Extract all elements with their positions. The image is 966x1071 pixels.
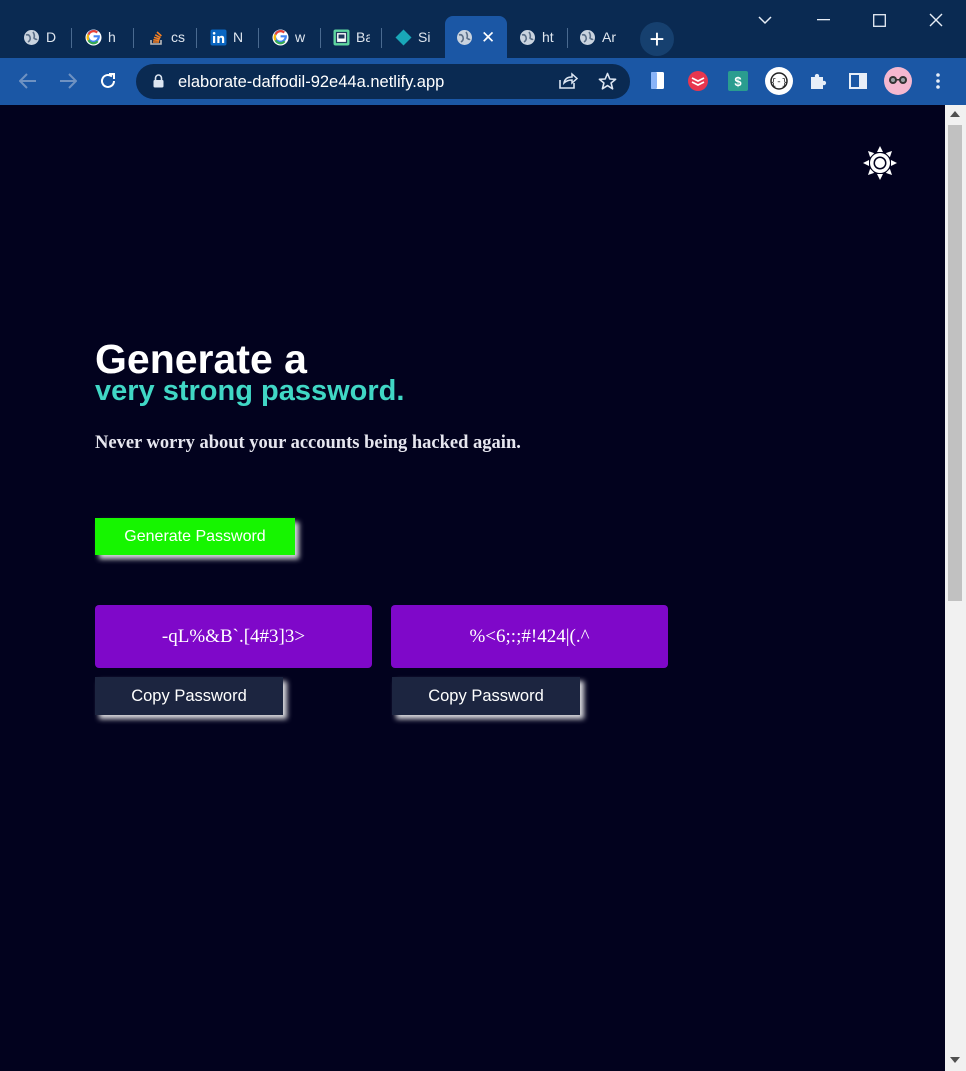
code-extension-icon[interactable]: {-} bbox=[764, 66, 794, 96]
linkedin-icon bbox=[210, 29, 227, 46]
docs-extension-icon[interactable] bbox=[645, 68, 671, 94]
sun-icon[interactable] bbox=[860, 143, 900, 183]
minimize-icon[interactable] bbox=[801, 6, 845, 34]
google-icon bbox=[85, 29, 102, 46]
generate-password-button[interactable]: Generate Password bbox=[95, 518, 295, 555]
browser-toolbar: elaborate-daffodil-92e44a.netlify.app $ … bbox=[0, 58, 966, 105]
password-output-2: %<6;:;#!424|(.^ bbox=[391, 605, 668, 668]
tab-title: h bbox=[108, 29, 116, 45]
close-tab-icon[interactable]: ✕ bbox=[481, 29, 495, 46]
copy-password-button-1[interactable]: Copy Password bbox=[95, 677, 283, 715]
tab-title: cs bbox=[171, 29, 185, 45]
scroll-up-arrow-icon[interactable] bbox=[950, 111, 960, 117]
reload-icon[interactable] bbox=[93, 66, 123, 96]
tab-strip: D h cs N w Ba Si ✕ ht Ar + bbox=[0, 0, 966, 58]
password-output-1: -qL%&B`.[4#3]3> bbox=[95, 605, 372, 668]
tab-title: Ba bbox=[356, 29, 370, 45]
globe-icon bbox=[456, 29, 473, 46]
stackoverflow-icon bbox=[148, 29, 165, 46]
browser-tab-5[interactable]: w bbox=[261, 16, 321, 58]
tab-title: ht bbox=[542, 29, 554, 45]
extensions-puzzle-icon[interactable] bbox=[805, 68, 831, 94]
copy-password-button-2[interactable]: Copy Password bbox=[392, 677, 580, 715]
scrollbar-thumb[interactable] bbox=[948, 125, 962, 601]
forward-icon[interactable] bbox=[53, 66, 83, 96]
new-tab-button[interactable]: + bbox=[640, 22, 674, 56]
browser-tab-3[interactable]: cs bbox=[137, 16, 197, 58]
page-subtitle: Never worry about your accounts being ha… bbox=[95, 433, 521, 453]
globe-icon bbox=[23, 29, 40, 46]
side-panel-icon[interactable] bbox=[845, 68, 871, 94]
browser-tab-2[interactable]: h bbox=[74, 16, 134, 58]
svg-text:$: $ bbox=[734, 74, 742, 89]
vertical-scrollbar[interactable] bbox=[945, 105, 966, 1071]
tab-title: Si bbox=[418, 29, 431, 45]
address-bar[interactable]: elaborate-daffodil-92e44a.netlify.app bbox=[136, 64, 630, 99]
svg-text:{-}: {-} bbox=[771, 78, 787, 88]
tab-title: D bbox=[46, 29, 57, 45]
page-content: Generate a very strong password. Never w… bbox=[0, 105, 945, 1071]
back-icon[interactable] bbox=[13, 66, 43, 96]
diamond-icon bbox=[395, 29, 412, 46]
browser-tab-6[interactable]: Ba bbox=[322, 16, 382, 58]
url-text: elaborate-daffodil-92e44a.netlify.app bbox=[178, 73, 445, 91]
browser-tab-4[interactable]: N bbox=[199, 16, 259, 58]
menu-kebab-icon[interactable] bbox=[925, 68, 951, 94]
profile-avatar-icon[interactable] bbox=[883, 66, 913, 96]
globe-icon bbox=[579, 29, 596, 46]
browser-tab-10[interactable]: Ar bbox=[568, 16, 628, 58]
scroll-down-arrow-icon[interactable] bbox=[950, 1057, 960, 1063]
tab-title: w bbox=[295, 29, 306, 45]
browser-tab-active[interactable]: ✕ bbox=[445, 16, 507, 58]
browser-tab-7[interactable]: Si bbox=[384, 16, 444, 58]
todoist-extension-icon[interactable] bbox=[685, 68, 711, 94]
google-icon bbox=[272, 29, 289, 46]
share-icon[interactable] bbox=[558, 72, 579, 95]
browser-tab-9[interactable]: ht bbox=[508, 16, 568, 58]
tab-title: N bbox=[233, 29, 244, 45]
bookmark-star-icon[interactable] bbox=[598, 72, 617, 96]
page-title-accent: very strong password. bbox=[95, 375, 405, 407]
browser-tab-1[interactable]: D bbox=[12, 16, 72, 58]
lock-icon[interactable] bbox=[153, 74, 164, 93]
dollar-extension-icon[interactable]: $ bbox=[725, 68, 751, 94]
tab-title: Ar bbox=[602, 29, 616, 45]
tab-search-icon[interactable] bbox=[743, 6, 787, 34]
app-icon bbox=[333, 29, 350, 46]
globe-icon bbox=[519, 29, 536, 46]
close-window-icon[interactable] bbox=[914, 6, 958, 34]
maximize-icon[interactable] bbox=[857, 6, 901, 34]
